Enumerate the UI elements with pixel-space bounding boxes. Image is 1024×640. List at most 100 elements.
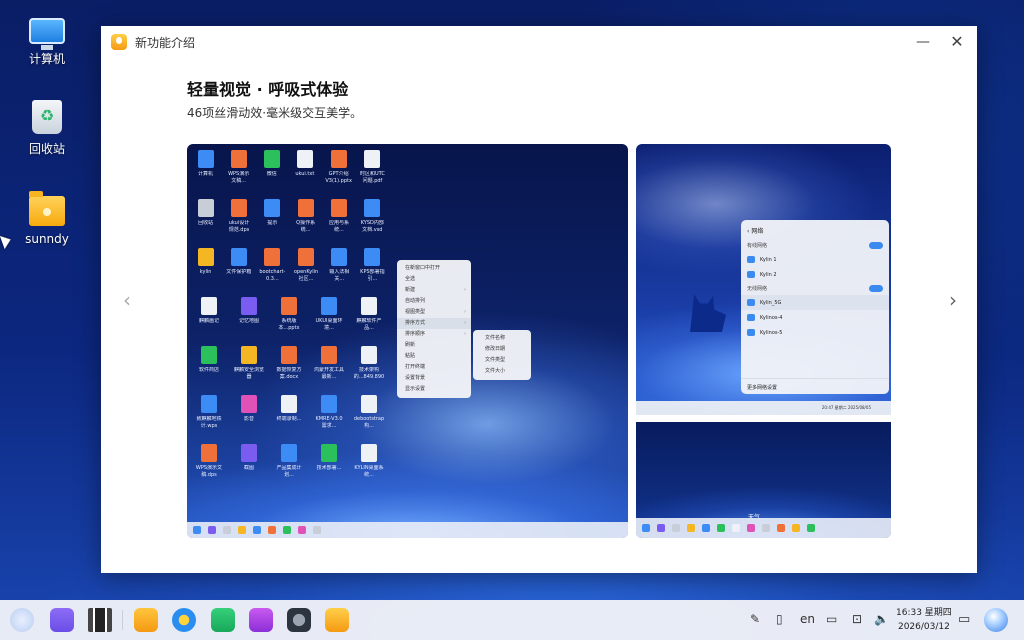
preview-desktop-icon: UKUI桌面环境... xyxy=(313,297,345,332)
preview-menu-label: 显示设置 xyxy=(405,386,426,392)
preview-desktop-icon: ukui.txt xyxy=(292,150,317,185)
preview-app-icon xyxy=(792,524,800,532)
preview-desktop-icon: debootstrap构... xyxy=(353,395,385,430)
preview-icon-label: 麒麟安全浏览器 xyxy=(233,367,264,380)
preview-icon-label: 技术架构的...849.890 xyxy=(353,367,385,380)
preview-file-icon xyxy=(281,346,297,364)
desktop-icon-folder[interactable]: sunndy xyxy=(14,190,80,246)
preview-file-icon xyxy=(230,199,247,217)
preview-desktop-icon: 文件保护箱 xyxy=(226,248,251,283)
close-button[interactable]: ✕ xyxy=(947,32,967,52)
minimize-button[interactable]: — xyxy=(913,32,933,52)
preview-file-icon xyxy=(281,297,297,315)
trash-icon xyxy=(32,100,62,134)
preview-wechat-icon xyxy=(807,524,815,532)
kylin-cat-illustration xyxy=(690,294,726,332)
preview-file-icon xyxy=(230,248,247,266)
next-page-button[interactable]: › xyxy=(949,288,957,312)
preview-desktop-icon: ukui设计规范.dps xyxy=(226,199,251,234)
settings-icon[interactable] xyxy=(287,608,311,632)
preview-desktop-icon: Q操作系统... xyxy=(293,199,318,234)
preview-menu-item: 自动排列 xyxy=(397,296,471,307)
preview-menu-label: 自动排列 xyxy=(405,298,426,304)
preview-icon-label: KPS部署指引... xyxy=(360,269,385,282)
preview-icon-row: kylin 文件保护箱 bootchart-0.3... openKylin社区...… xyxy=(193,248,393,283)
more-network-settings: 更多网络设置 xyxy=(741,378,889,394)
preview-desktop-icon: 提示 xyxy=(260,199,285,234)
preview-desktop-icon: WPS演示文稿.dps xyxy=(193,444,225,479)
preview-icon-label: Q操作系统... xyxy=(296,220,316,233)
preview-submenu-item: 文件名称 xyxy=(485,335,506,341)
preview-desktop-icon: 回收站 xyxy=(193,199,218,234)
preview-icon-label: 时区和UTC问题.pdf xyxy=(360,171,385,184)
preview-icon-label: 产品集成计划... xyxy=(276,465,302,478)
preview-menu-label: 粘贴 xyxy=(405,353,416,359)
preview-icon-label: ukui.txt xyxy=(295,171,315,177)
previous-page-button[interactable]: ‹ xyxy=(123,288,131,312)
preview-file-icon xyxy=(197,150,214,168)
preview-icon-label: debootstrap构... xyxy=(353,416,385,429)
folder-icon xyxy=(29,191,65,226)
preview-desktop-icon: WPS演示文稿... xyxy=(226,150,251,185)
preview-file-icon xyxy=(296,150,313,168)
desktop-icon-computer[interactable]: 计算机 xyxy=(14,12,80,67)
new-features-icon[interactable] xyxy=(325,608,349,632)
preview-file-icon xyxy=(201,297,217,315)
preview-file-icon xyxy=(364,248,381,266)
computer-icon xyxy=(29,18,65,50)
battery-icon[interactable]: ▭ xyxy=(826,612,837,626)
preview-icon-label: KYLIN桌面系统... xyxy=(354,465,384,478)
search-icon[interactable] xyxy=(50,608,74,632)
clipboard-icon[interactable]: ▯ xyxy=(776,612,783,626)
preview-file-icon xyxy=(201,444,217,462)
window-title: 新功能介绍 xyxy=(135,35,196,50)
preview-menu-label: 刷新 xyxy=(405,342,416,348)
preview-desktop-icon: KYLIN桌面系统... xyxy=(353,444,385,479)
preview-menu-item: 刷新 xyxy=(397,340,471,351)
preview-file-icon xyxy=(321,395,337,413)
preview-icon-row: 回收站 ukui设计规范.dps 提示 Q操作系统... 应用与系统... KYSD内部文… xyxy=(193,199,393,234)
network-item: Kylin_5G xyxy=(741,295,889,310)
file-manager-icon[interactable] xyxy=(134,608,158,632)
notes-icon[interactable]: ✎ xyxy=(750,612,760,626)
preview-file-icon xyxy=(264,248,281,266)
preview-network-panel: ‹ 网络 有线网络 Kylin 1 Kylin 2 无线网络 Kylin_5G … xyxy=(741,220,889,394)
preview-submenu-item: 文件类型 xyxy=(485,357,506,363)
taskbar-date: 2026/03/12 xyxy=(897,622,950,632)
preview-icon-label: 截图 xyxy=(243,465,254,471)
browser-icon[interactable] xyxy=(172,608,196,632)
network-icon[interactable]: ⊡ xyxy=(852,612,862,626)
preview-camera-icon xyxy=(298,526,306,534)
desktop-icon-trash[interactable]: 回收站 xyxy=(14,100,80,157)
preview-file-icon xyxy=(361,346,377,364)
software-store-icon[interactable] xyxy=(211,608,235,632)
preview-icon-label: 计算机 xyxy=(198,171,214,177)
preview-menu-item: 打开终端 xyxy=(397,362,471,373)
taskbar-clock[interactable]: 16:33 星期四 2026/03/12 xyxy=(896,606,952,634)
preview-icon-label: 影音 xyxy=(243,416,254,422)
multitask-icon[interactable] xyxy=(88,608,112,632)
wired-section: 有线网络 xyxy=(741,239,889,252)
ai-assistant-icon[interactable] xyxy=(984,608,1008,632)
preview-icon-row: 致麒麟地铁计.wps 影音 终端录制... KMRE-V3.0需求... deboots… xyxy=(193,395,393,430)
volume-icon[interactable]: 🔈 xyxy=(874,612,889,626)
preview-icon-label: WPS演示文稿... xyxy=(228,171,250,184)
notification-icon[interactable]: ▭ xyxy=(958,612,970,627)
preview-file-icon xyxy=(361,395,377,413)
preview-menu-item: 排序方式 › xyxy=(397,318,471,329)
preview-file-icon xyxy=(197,248,214,266)
preview-file-icon xyxy=(201,395,217,413)
preview-settings-icon xyxy=(313,526,321,534)
preview-desktop-icon: 技术架构的...849.890 xyxy=(353,346,385,381)
preview-desktop-icon: 截图 xyxy=(233,444,265,479)
kylin-start-icon[interactable] xyxy=(10,608,34,632)
network-item: Kylin 2 xyxy=(741,267,889,282)
preview-browser-icon xyxy=(702,524,710,532)
input-method-button[interactable]: en xyxy=(800,612,815,626)
camera-icon[interactable] xyxy=(249,608,273,632)
preview-file-icon xyxy=(281,395,297,413)
preview-file-icon xyxy=(321,444,337,462)
preview-file-icon xyxy=(361,444,377,462)
preview-icon-label: 文件保护箱 xyxy=(226,269,252,275)
preview-taskbar xyxy=(187,522,628,538)
